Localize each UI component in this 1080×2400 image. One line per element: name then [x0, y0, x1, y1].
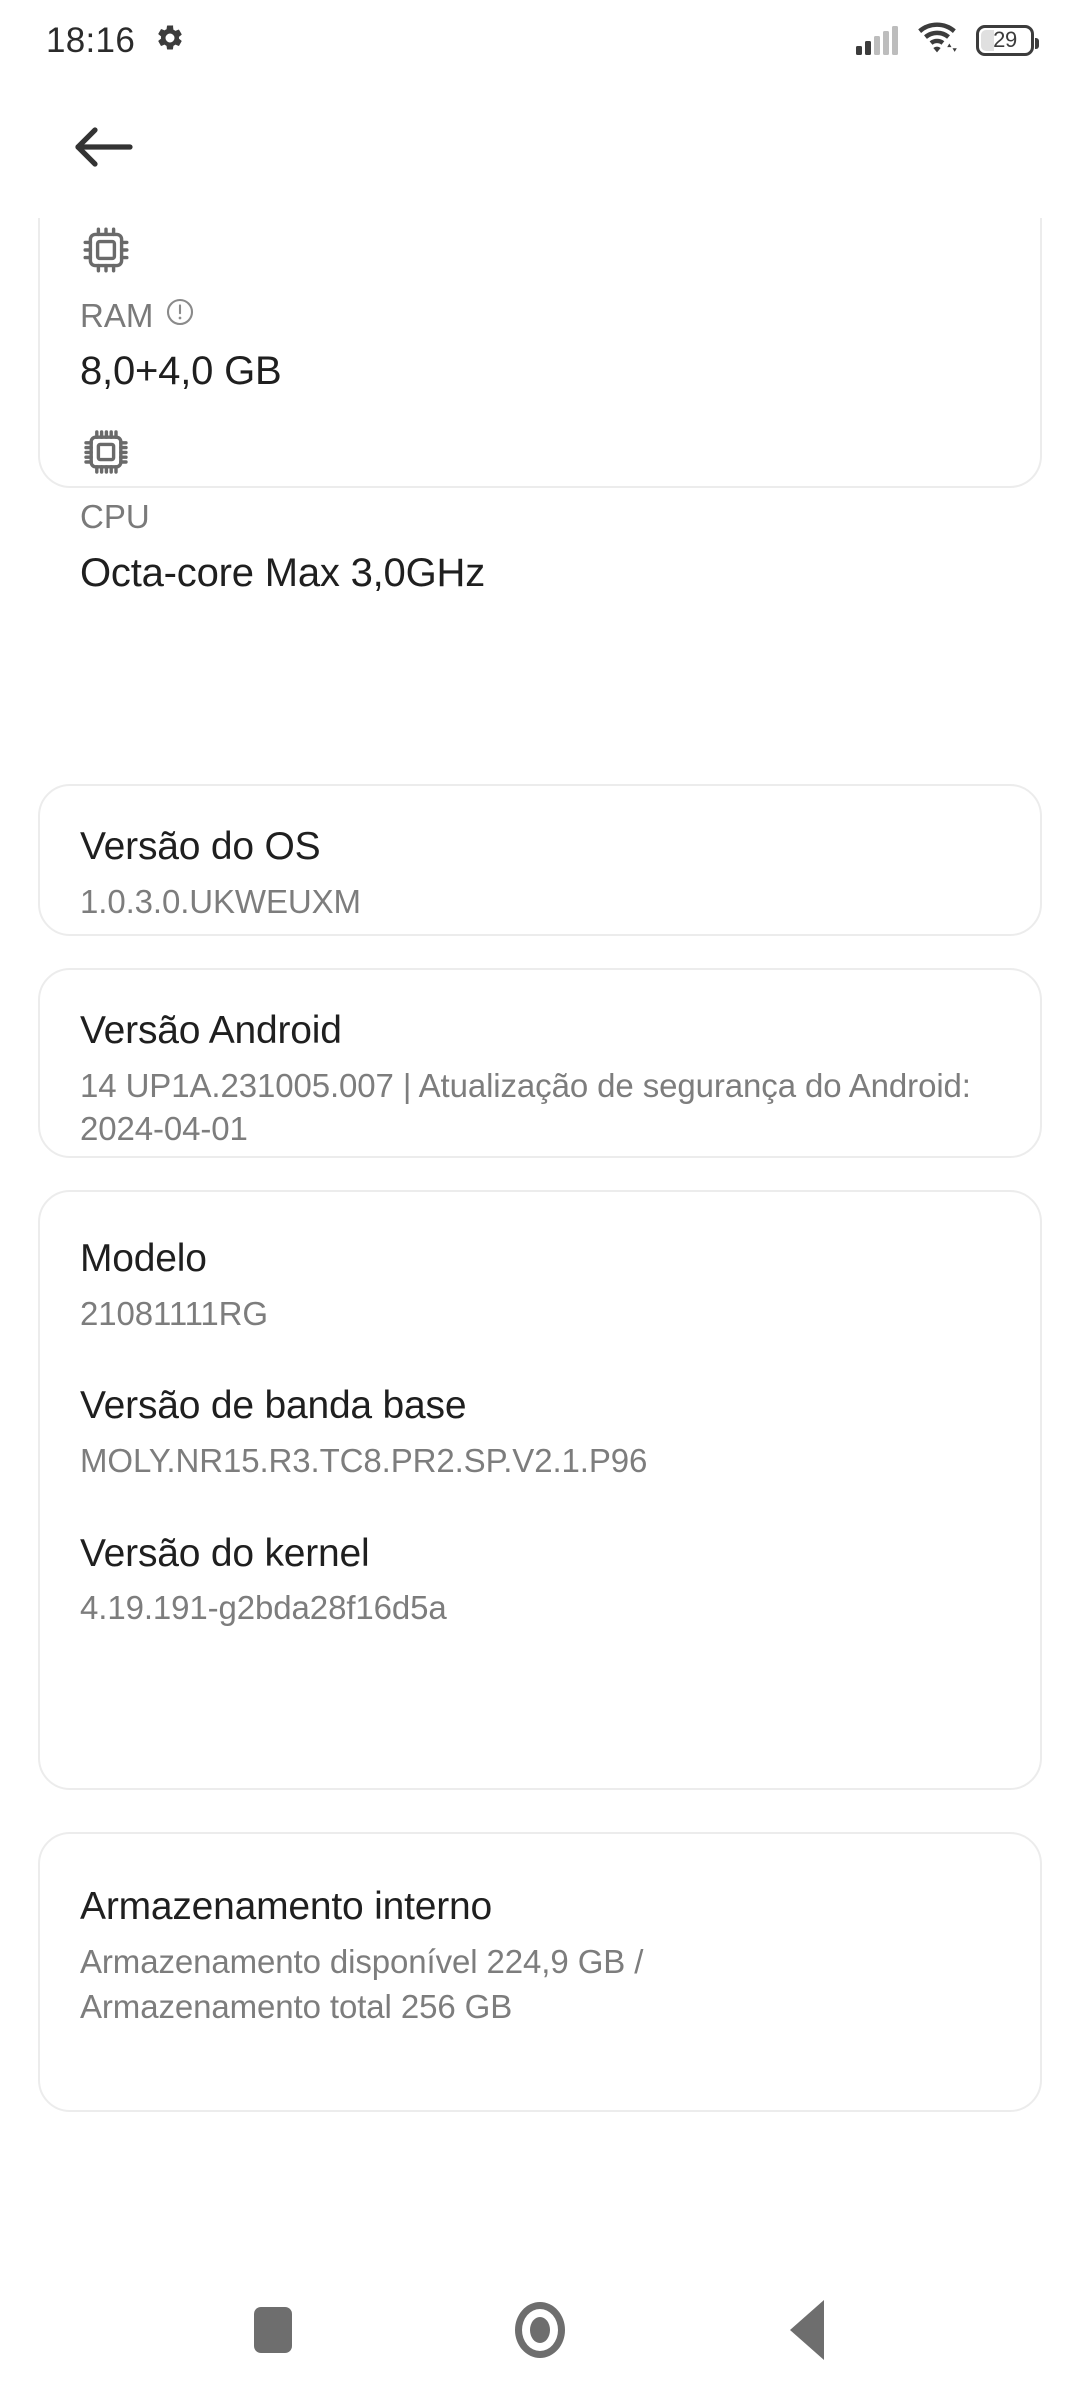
home-button[interactable]: [485, 2275, 595, 2385]
arrow-left-icon: [72, 121, 134, 178]
os-version-value: 1.0.3.0.UKWEUXM: [80, 882, 361, 920]
settings-scroll-area[interactable]: RAM 8,0+4,0 GB CPU Octa-core Max 3,0GHz …: [0, 218, 1080, 2258]
model-title: Modelo: [80, 1237, 207, 1280]
list-item[interactable]: Versão de banda base MOLY.NR15.R3.TC8.PR…: [80, 1383, 1000, 1482]
android-version-value: 14 UP1A.231005.007 | Atualização de segu…: [80, 1066, 971, 1148]
signal-bars-icon: [856, 25, 898, 55]
os-version-title: Versão do OS: [80, 825, 321, 868]
spec-cpu[interactable]: CPU Octa-core Max 3,0GHz: [80, 420, 1000, 595]
system-back-button[interactable]: [752, 2275, 862, 2385]
spec-ram-value: 8,0+4,0 GB: [80, 349, 282, 394]
spec-ram-label-row: RAM: [80, 297, 1000, 334]
gear-icon: [155, 23, 185, 58]
card-device-details[interactable]: Modelo 21081111RG Versão de banda base M…: [38, 1190, 1042, 1790]
back-triangle-icon: [789, 2300, 824, 2360]
wifi-icon: [917, 21, 957, 59]
list-item[interactable]: Versão do kernel 4.19.191-g2bda28f16d5a: [80, 1531, 1000, 1630]
storage-available-value: Armazenamento disponível 224,9 GB /: [80, 1942, 644, 1980]
kernel-title: Versão do kernel: [80, 1531, 370, 1575]
card-os-version[interactable]: Versão do OS 1.0.3.0.UKWEUXM: [38, 784, 1042, 936]
recents-button[interactable]: [218, 2275, 328, 2385]
battery-level-label: 29: [993, 27, 1017, 52]
app-header: [0, 80, 1080, 220]
kernel-value: 4.19.191-g2bda28f16d5a: [80, 1589, 447, 1627]
status-bar-right: 29: [856, 21, 1039, 59]
spec-cpu-value: Octa-core Max 3,0GHz: [80, 550, 486, 595]
system-navigation-bar: [0, 2260, 1080, 2400]
spec-ram-label: RAM: [80, 296, 154, 334]
spec-ram[interactable]: RAM 8,0+4,0 GB: [80, 218, 1000, 394]
android-version-title: Versão Android: [80, 1009, 342, 1052]
memory-chip-icon: [80, 224, 1000, 281]
spec-cpu-label: CPU: [80, 498, 150, 536]
cpu-chip-icon: [80, 426, 1000, 483]
card-hardware[interactable]: RAM 8,0+4,0 GB CPU Octa-core Max 3,0GHz: [38, 218, 1042, 595]
list-item[interactable]: Modelo 21081111RG: [80, 1236, 1000, 1335]
baseband-value: MOLY.NR15.R3.TC8.PR2.SP.V2.1.P96: [80, 1442, 648, 1480]
card-internal-storage[interactable]: Armazenamento interno Armazenamento disp…: [38, 1832, 1042, 2112]
status-clock: 18:16: [46, 20, 136, 60]
storage-total-value: Armazenamento total 256 GB: [80, 1988, 513, 2026]
status-bar-left: 18:16: [46, 23, 185, 58]
home-circle-icon: [514, 2302, 565, 2358]
back-button[interactable]: [58, 104, 148, 194]
status-bar: 18:16 29: [0, 0, 1080, 80]
card-android-version[interactable]: Versão Android 14 UP1A.231005.007 | Atua…: [38, 968, 1042, 1158]
spec-cpu-label-row: CPU: [80, 498, 1000, 536]
recents-square-icon: [254, 2307, 293, 2353]
storage-title: Armazenamento interno: [80, 1885, 493, 1928]
model-value: 21081111RG: [80, 1294, 268, 1332]
battery-indicator: 29: [976, 24, 1039, 56]
baseband-title: Versão de banda base: [80, 1384, 467, 1428]
exclamation-circle-icon[interactable]: [165, 297, 195, 334]
